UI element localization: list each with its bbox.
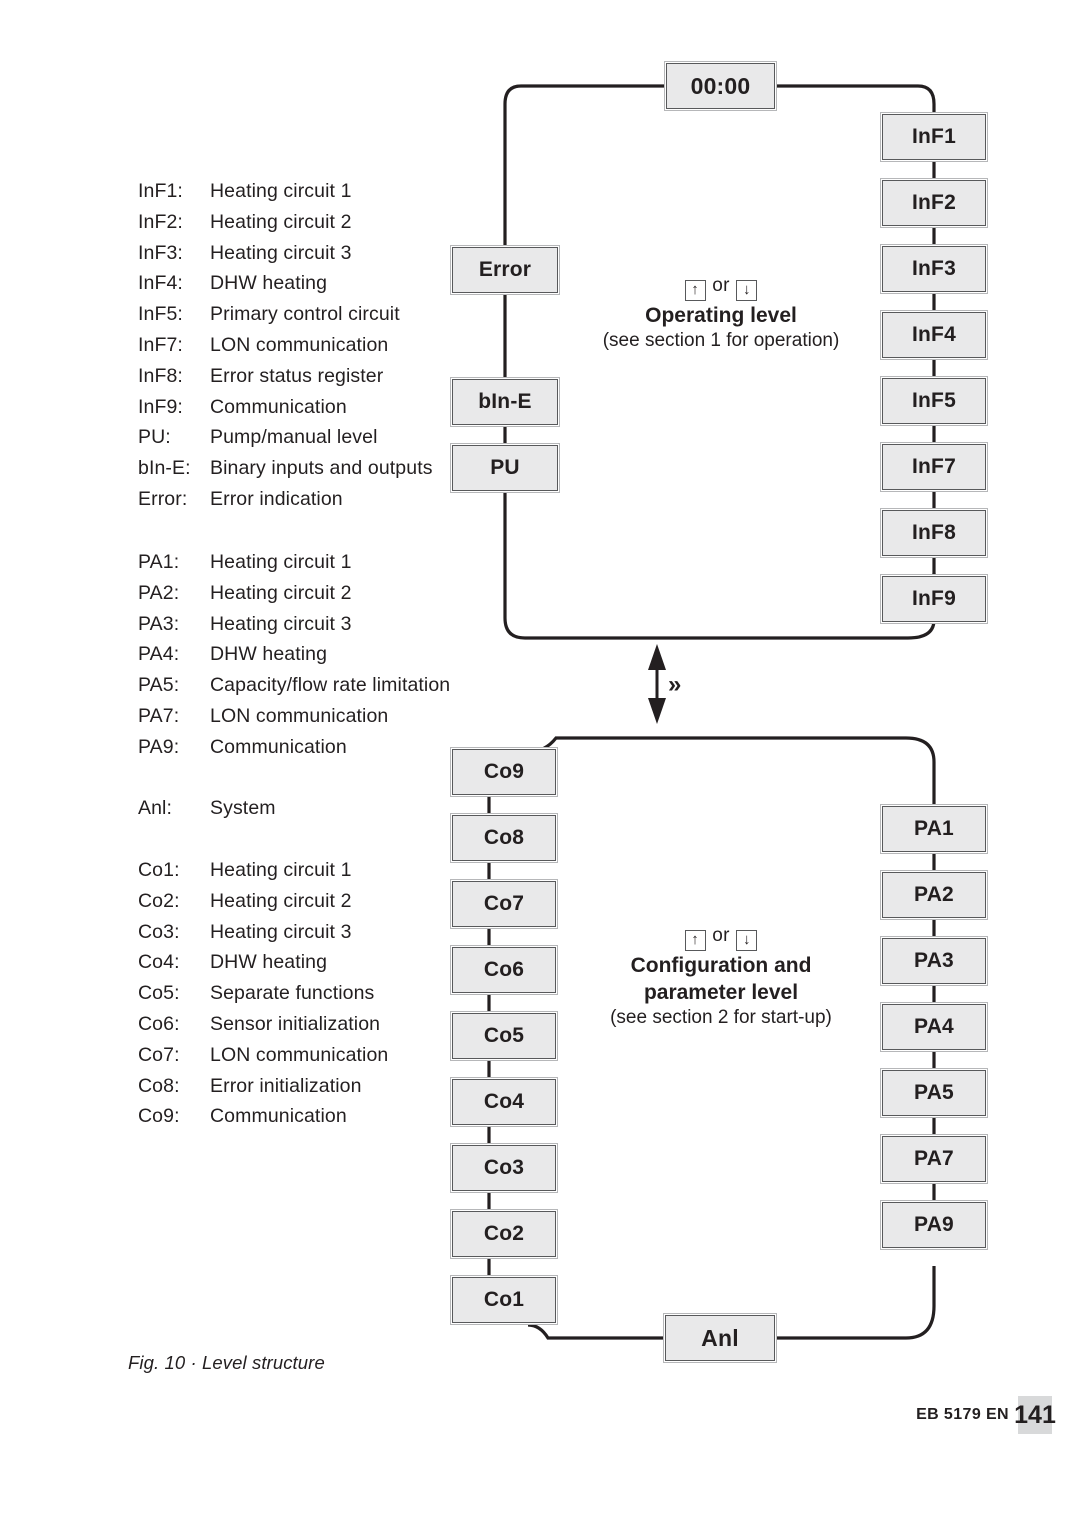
node-clock-00-00[interactable]: 00:00 xyxy=(664,61,777,111)
node-error[interactable]: Error xyxy=(450,245,560,295)
arrow-down-key-icon: ↓ xyxy=(736,280,758,301)
node-inf5[interactable]: InF5 xyxy=(880,376,988,426)
operating-level-subtitle: (see section 1 for operation) xyxy=(602,329,840,351)
node-pa3[interactable]: PA3 xyxy=(880,936,988,986)
node-inf8[interactable]: InF8 xyxy=(880,508,988,558)
node-inf3[interactable]: InF3 xyxy=(880,244,988,294)
node-anl[interactable]: Anl xyxy=(663,1313,777,1363)
config-level-keys: ↑ or ↓ xyxy=(571,925,871,951)
node-pu[interactable]: PU xyxy=(450,443,560,493)
caption-operating-level: ↑ or ↓ Operating level (see section 1 fo… xyxy=(571,275,871,353)
node-co2[interactable]: Co2 xyxy=(450,1209,558,1259)
node-co7[interactable]: Co7 xyxy=(450,879,558,929)
node-co4[interactable]: Co4 xyxy=(450,1077,558,1127)
operating-level-or-label: or xyxy=(712,275,730,296)
node-pa7[interactable]: PA7 xyxy=(880,1134,988,1184)
config-level-subtitle: (see section 2 for start-up) xyxy=(610,1006,832,1028)
node-co6[interactable]: Co6 xyxy=(450,945,558,995)
node-co3[interactable]: Co3 xyxy=(450,1143,558,1193)
config-level-title-line1: Configuration and xyxy=(630,954,812,977)
node-pa1[interactable]: PA1 xyxy=(880,804,988,854)
caption-configuration-level: ↑ or ↓ Configuration and parameter level… xyxy=(571,925,871,1029)
node-inf9[interactable]: InF9 xyxy=(880,574,988,624)
figure-page: InF1: Heating circuit 1 InF2: Heating circu… xyxy=(0,0,1080,1529)
node-inf7[interactable]: InF7 xyxy=(880,442,988,492)
double-chevron-key-icon: » xyxy=(668,671,682,698)
node-bin-e[interactable]: bIn-E xyxy=(450,377,560,427)
node-co8[interactable]: Co8 xyxy=(450,813,558,863)
operating-level-keys: ↑ or ↓ xyxy=(571,275,871,301)
node-pa5[interactable]: PA5 xyxy=(880,1068,988,1118)
node-co1[interactable]: Co1 xyxy=(450,1275,558,1325)
node-inf1[interactable]: InF1 xyxy=(880,112,988,162)
node-pa4[interactable]: PA4 xyxy=(880,1002,988,1052)
node-inf2[interactable]: InF2 xyxy=(880,178,988,228)
arrow-down-key-icon: ↓ xyxy=(736,930,758,951)
arrow-up-key-icon: ↑ xyxy=(684,930,706,951)
node-co9[interactable]: Co9 xyxy=(450,747,558,797)
node-co5[interactable]: Co5 xyxy=(450,1011,558,1061)
operating-level-title: Operating level xyxy=(645,304,797,327)
node-inf4[interactable]: InF4 xyxy=(880,310,988,360)
node-pa2[interactable]: PA2 xyxy=(880,870,988,920)
arrow-up-key-icon: ↑ xyxy=(684,280,706,301)
config-level-or-label: or xyxy=(712,925,730,946)
config-level-title-line2: parameter level xyxy=(643,980,799,1004)
node-pa9[interactable]: PA9 xyxy=(880,1200,988,1250)
